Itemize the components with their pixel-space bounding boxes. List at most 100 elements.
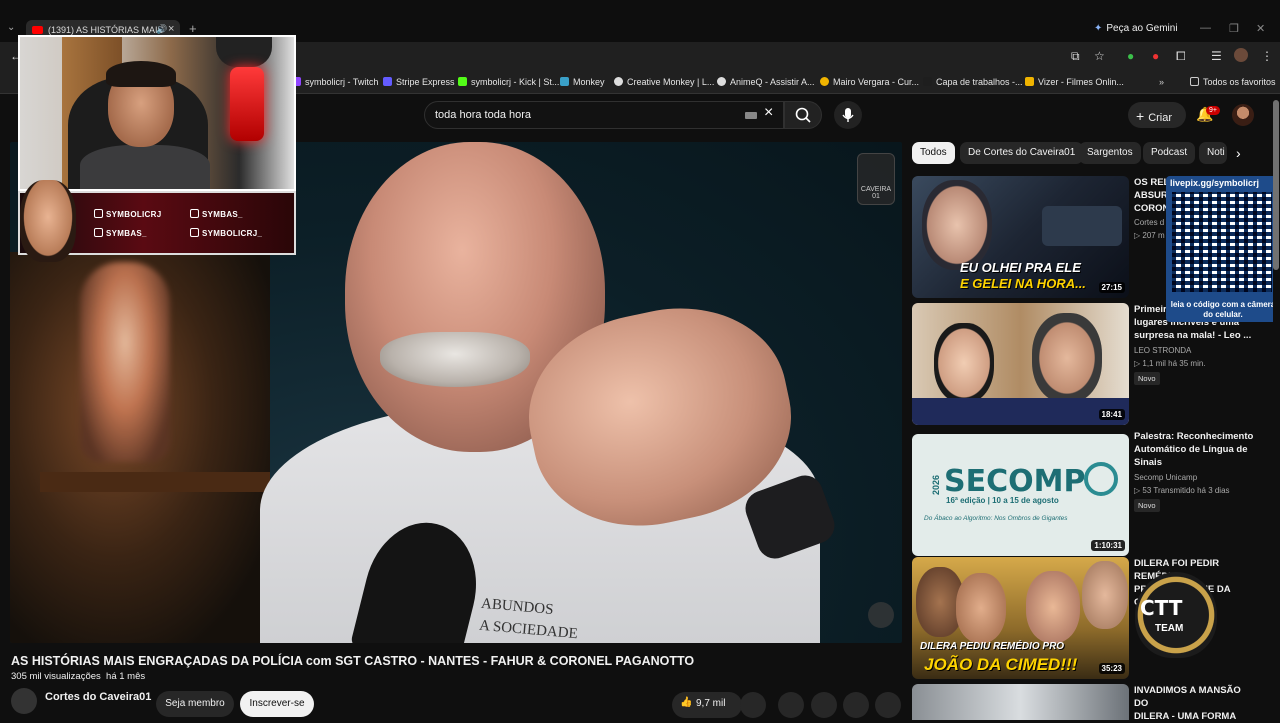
instagram-icon <box>190 228 199 237</box>
speaker-icon[interactable]: 🔊 <box>156 24 167 35</box>
tab-search-icon[interactable]: ⌄ <box>7 22 15 33</box>
related-title[interactable]: INVADIMOS A MANSÃO DO DILERA - UMA FORMA <box>1134 684 1254 723</box>
video-toy-figure <box>80 262 170 462</box>
media-control-icon[interactable]: ☰ <box>1211 49 1222 63</box>
bookmark-item[interactable]: Mairo Vergara - Cur... <box>820 77 919 87</box>
subscribe-button[interactable]: Inscrever-se <box>240 691 314 717</box>
close-window-button[interactable]: ✕ <box>1256 22 1265 35</box>
all-bookmarks[interactable]: Todos os favoritos <box>1190 77 1276 87</box>
thumb-slogan: Do Ábaco ao Algoritmo: Nos Ombros de Gig… <box>924 515 1068 522</box>
join-button[interactable]: Seja membro <box>156 691 234 717</box>
related-thumbnail[interactable] <box>912 684 1129 720</box>
dislike-button[interactable] <box>740 692 766 718</box>
new-tab-button[interactable]: + <box>189 21 197 36</box>
extension-red-icon[interactable]: ● <box>1152 49 1159 63</box>
new-badge: Novo <box>1134 372 1160 385</box>
voice-search-button[interactable] <box>834 101 862 129</box>
stripe-icon <box>383 77 392 86</box>
clip-button[interactable] <box>811 692 837 718</box>
channel-avatar[interactable] <box>11 688 37 714</box>
chip-channel[interactable]: De Cortes do Caveira01 <box>960 142 1084 164</box>
thumb-person <box>956 573 1006 643</box>
related-thumbnail[interactable]: 2026 SECOMP 16ª edição | 10 a 15 de agos… <box>912 434 1129 556</box>
bookmarks-overflow-icon[interactable]: » <box>1159 77 1164 87</box>
bookmark-star-icon[interactable]: ☆ <box>1094 49 1105 63</box>
minimize-button[interactable]: — <box>1200 22 1211 34</box>
clear-search-icon[interactable]: × <box>764 104 773 122</box>
thumb-edition: 16ª edição | 10 a 15 de agosto <box>946 496 1059 505</box>
share-button[interactable] <box>778 692 804 718</box>
bookmark-item[interactable]: Vizer - Filmes Onlin... <box>1025 77 1124 87</box>
chevron-right-icon[interactable]: › <box>1236 145 1241 161</box>
thumb-clothing <box>912 398 1129 425</box>
related-channel: Cortes d <box>1134 218 1165 227</box>
bookmark-item[interactable]: symbolicrj - Kick | St... <box>458 77 559 87</box>
channel-name[interactable]: Cortes do Caveira01 <box>45 691 151 703</box>
related-thumbnail[interactable]: DILERA PEDIU REMÉDIO PRO JOÃO DA CIMED!!… <box>912 557 1129 679</box>
extension-green-icon[interactable]: ● <box>1127 49 1134 63</box>
tab-title: (1391) AS HISTÓRIAS MAIS <box>48 25 164 35</box>
thumb-caption: E GELEI NA HORA... <box>960 276 1086 291</box>
user-avatar[interactable] <box>1232 104 1254 126</box>
qr-code-icon <box>1172 192 1272 292</box>
install-app-icon[interactable]: ⧉ <box>1071 49 1080 64</box>
related-meta: ▷ 207 m <box>1134 231 1165 240</box>
close-tab-icon[interactable]: × <box>168 23 174 35</box>
related-channel: Secomp Unicamp <box>1134 473 1198 482</box>
related-title[interactable]: Palestra: Reconhecimento Automático de Lí… <box>1134 430 1254 469</box>
mairo-icon <box>820 77 829 86</box>
globe-icon <box>614 77 623 86</box>
video-shelf <box>40 472 270 492</box>
scrollbar-thumb[interactable] <box>1273 100 1279 270</box>
search-button[interactable] <box>784 101 822 129</box>
chip-podcast[interactable]: Podcast <box>1143 142 1196 164</box>
related-meta: ▷ 1,1 mil há 35 min. <box>1134 359 1206 368</box>
profile-avatar-icon[interactable] <box>1234 48 1248 62</box>
bookmark-item[interactable]: AnimeQ - Assistir A... <box>717 77 815 87</box>
search-input[interactable]: toda hora toda hora <box>424 101 784 129</box>
chip-all[interactable]: Todos <box>912 142 955 164</box>
save-button[interactable] <box>843 692 869 718</box>
monkey-icon <box>560 77 569 86</box>
video-shirt-text: ABUNDOS A SOCIEDADE <box>478 595 579 643</box>
browser-menu-icon[interactable]: ⋮ <box>1261 49 1273 63</box>
create-button[interactable]: + Criar <box>1128 102 1186 128</box>
duration-badge: 27:15 <box>1098 282 1125 293</box>
maximize-button[interactable]: ❐ <box>1229 22 1239 35</box>
bookmark-item[interactable]: Stripe Express <box>383 77 455 87</box>
gemini-button[interactable]: ✦ Peça ao Gemini <box>1094 23 1178 34</box>
plus-icon: + <box>1136 108 1145 124</box>
bookmark-item[interactable]: symbolicrj - Twitch <box>292 77 378 87</box>
vizer-icon <box>1025 77 1034 86</box>
gemini-spark-icon: ✦ <box>1094 23 1103 34</box>
webcam-body <box>80 145 210 189</box>
more-actions-button[interactable] <box>875 692 901 718</box>
thumb-year: 2026 <box>931 474 942 496</box>
extensions-puzzle-icon[interactable]: ⧠ <box>1176 49 1186 64</box>
bookmark-item[interactable]: Creative Monkey | L... <box>614 77 714 87</box>
chip-news[interactable]: Noti <box>1199 142 1227 164</box>
related-meta: ▷ 53 Transmitido há 3 dias <box>1134 486 1230 495</box>
related-thumbnail[interactable]: 18:41 <box>912 303 1129 425</box>
chip-sargentos[interactable]: Sargentos <box>1079 142 1141 164</box>
video-speaker-mustache <box>380 332 530 387</box>
related-thumbnail[interactable]: EU OLHEI PRA ELE E GELEI NA HORA... 27:1… <box>912 176 1129 298</box>
search-icon <box>795 107 811 123</box>
thumb-caption: JOÃO DA CIMED!!! <box>924 655 1078 674</box>
bookmark-item[interactable]: Monkey <box>560 77 605 87</box>
keyboard-icon[interactable] <box>745 112 757 119</box>
streamer-cartoon-avatar <box>20 180 76 262</box>
thumb-person <box>922 180 992 270</box>
like-button[interactable]: 👍 9,7 mil <box>672 692 742 718</box>
bookmark-item[interactable]: Capa de trabalhos -... <box>923 77 1023 87</box>
thumb-person <box>1082 561 1128 629</box>
webcam-mic <box>216 37 272 67</box>
webcam-red-light <box>230 67 264 141</box>
social-handle: SYMBOLICRJ <box>94 209 161 219</box>
thumb-police-car <box>1042 206 1122 246</box>
streamer-webcam <box>18 35 296 191</box>
thumb-caption: EU OLHEI PRA ELE <box>960 260 1081 275</box>
thumb-caption: DILERA PEDIU REMÉDIO PRO <box>920 641 1065 652</box>
thumb-person <box>1032 313 1102 403</box>
social-handle: SYMBOLICRJ_ <box>190 228 262 238</box>
